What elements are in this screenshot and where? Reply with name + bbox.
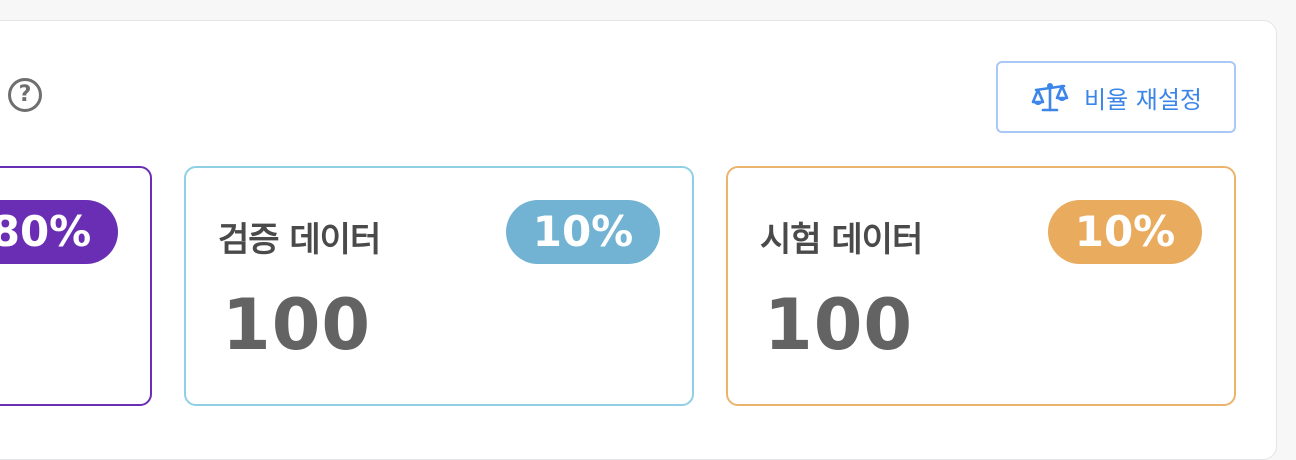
- question-circle-icon[interactable]: ?: [8, 78, 42, 112]
- test-card-title: 시험 데이터: [760, 220, 923, 260]
- test-count: 100: [764, 284, 914, 366]
- train-ratio-badge: 80%: [0, 200, 118, 264]
- validation-ratio-badge: 10%: [506, 200, 660, 264]
- validation-data-card: 검증 데이터 10% 100: [184, 166, 694, 406]
- test-data-card: 시험 데이터 10% 100: [726, 166, 1236, 406]
- train-data-card: 80%: [0, 166, 152, 406]
- validation-count: 100: [222, 284, 372, 366]
- validation-card-title: 검증 데이터: [218, 220, 381, 260]
- reset-ratio-button[interactable]: 비율 재설정: [996, 61, 1236, 133]
- test-ratio-badge: 10%: [1048, 200, 1202, 264]
- reset-ratio-label: 비율 재설정: [1083, 85, 1203, 114]
- balance-scale-icon: [1030, 80, 1070, 114]
